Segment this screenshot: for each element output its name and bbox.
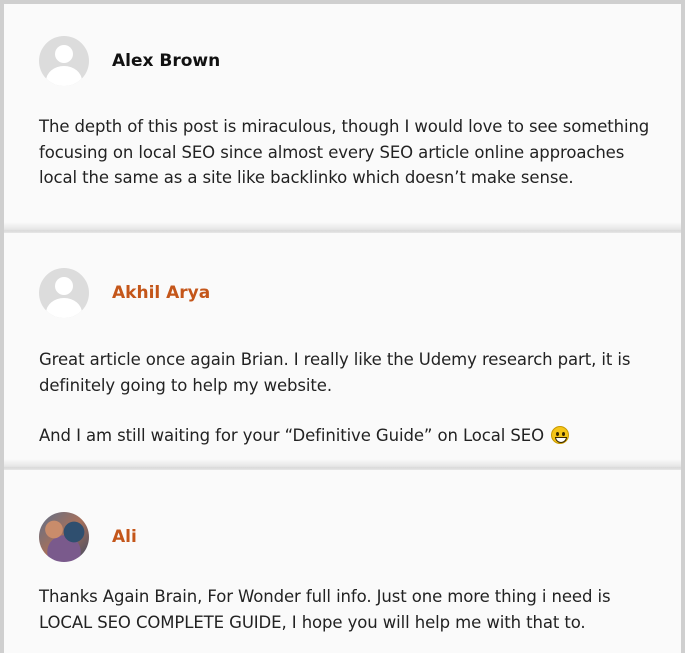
comment: Akhil Arya Great article once again Bria… bbox=[4, 233, 681, 466]
comment: Ali Thanks Again Brain, For Wonder full … bbox=[4, 470, 681, 653]
default-avatar-icon bbox=[39, 36, 89, 86]
comment-header: Ali bbox=[39, 512, 137, 562]
comment-header: Akhil Arya bbox=[39, 268, 210, 318]
photo-avatar-icon bbox=[39, 512, 89, 562]
comment-text: Great article once again Brian. I really… bbox=[39, 350, 631, 395]
grinning-face-emoji-icon bbox=[551, 426, 570, 444]
comment-body: Great article once again Brian. I really… bbox=[39, 347, 651, 449]
comment-text-line: And I am still waiting for your “Definit… bbox=[39, 426, 544, 445]
comment-body: The depth of this post is miraculous, th… bbox=[39, 114, 651, 191]
comment-author: Alex Brown bbox=[112, 51, 221, 71]
comments-section: Alex Brown The depth of this post is mir… bbox=[0, 0, 685, 653]
comment-header: Alex Brown bbox=[39, 36, 220, 86]
default-avatar-icon bbox=[39, 268, 89, 318]
comment-text: And I am still waiting for your “Definit… bbox=[39, 423, 651, 449]
comment-author-link[interactable]: Akhil Arya bbox=[112, 283, 210, 303]
comment: Alex Brown The depth of this post is mir… bbox=[4, 4, 681, 229]
comment-author-link[interactable]: Ali bbox=[112, 527, 137, 547]
comment-text: The depth of this post is miraculous, th… bbox=[39, 117, 650, 187]
comment-text: Thanks Again Brain, For Wonder full info… bbox=[39, 587, 611, 632]
comment-body: Thanks Again Brain, For Wonder full info… bbox=[39, 584, 651, 635]
